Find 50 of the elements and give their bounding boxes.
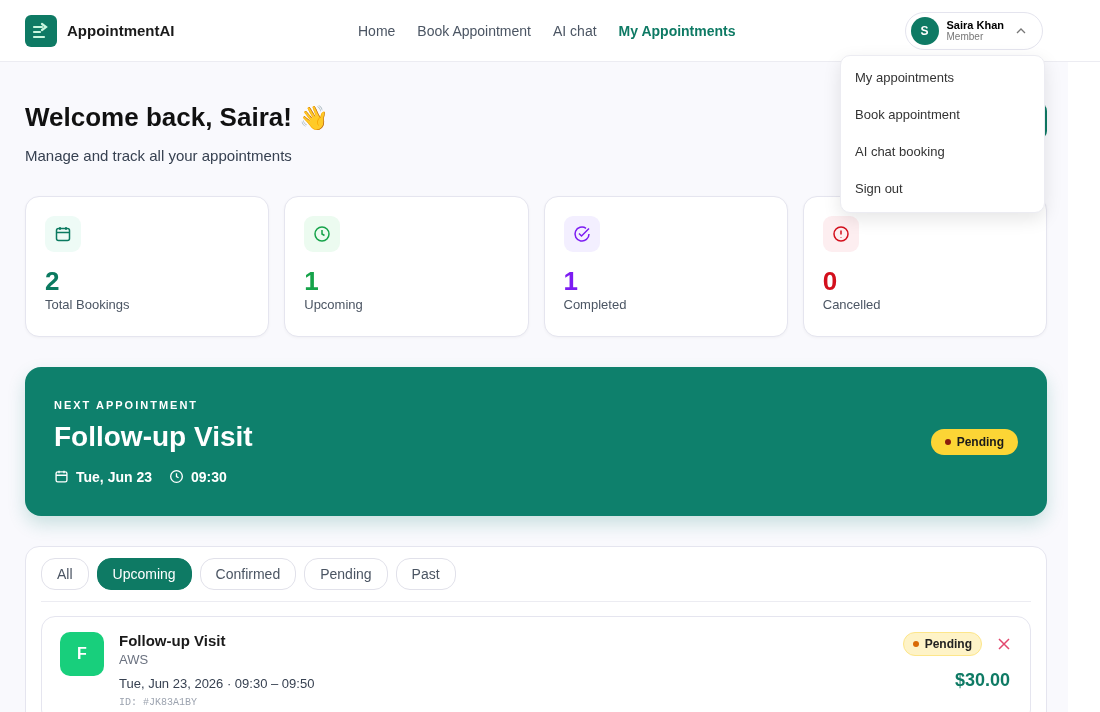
filter-tab[interactable]: Pending: [304, 558, 388, 590]
provider-name: AWS: [119, 652, 149, 667]
check-circle-icon: [572, 225, 591, 243]
nav-link[interactable]: AI chat: [553, 22, 597, 39]
appointment-avatar: F: [60, 632, 104, 676]
filter-tab[interactable]: Past: [395, 558, 456, 590]
stat-label: Completed: [563, 297, 627, 312]
nav-link[interactable]: Home: [358, 22, 396, 39]
price: $30.00: [954, 670, 1010, 691]
clock-icon: [313, 225, 332, 243]
menu-item[interactable]: Sign out: [841, 171, 1044, 208]
logo-icon: [25, 14, 57, 47]
user-role: Member: [946, 31, 985, 42]
calendar-icon: [54, 469, 69, 484]
brand-name: AppointmentAI: [67, 22, 175, 39]
stat-value: 2: [45, 266, 60, 296]
status-badge: Pending: [930, 428, 1018, 455]
stat-label: Cancelled: [822, 297, 881, 312]
menu-item[interactable]: My appointments: [841, 60, 1044, 97]
section-eyebrow: NEXT APPOINTMENT: [54, 398, 200, 411]
filter-tab[interactable]: Confirmed: [199, 558, 297, 590]
calendar-icon: [54, 225, 72, 243]
user-name: Saira Khan: [946, 19, 1004, 31]
close-icon[interactable]: [996, 636, 1012, 652]
appointment-datetime: Tue, Jun 23, 2026 · 09:30 – 09:50: [119, 676, 315, 691]
status-badge: Pending: [902, 632, 982, 656]
alert-icon: [831, 225, 850, 243]
nav-link[interactable]: My Appointments: [618, 22, 736, 39]
clock-icon: [169, 469, 184, 484]
appointment-title: Follow-up Visit: [119, 632, 226, 649]
chevron-icon: [1016, 27, 1026, 34]
appointment-title: Follow-up Visit: [54, 420, 253, 453]
stat-value: 1: [563, 266, 578, 296]
appointment-time: 09:30: [191, 468, 227, 485]
filter-tab[interactable]: Upcoming: [96, 558, 192, 590]
nav-link[interactable]: Book Appointment: [417, 22, 531, 39]
filter-tab[interactable]: All: [41, 558, 89, 590]
wave-emoji: 👋: [299, 104, 330, 131]
booking-id: ID: #JK83A1BY: [119, 697, 197, 708]
welcome-title: Welcome back, Saira!: [25, 102, 292, 132]
avatar: S: [910, 16, 939, 45]
menu-item[interactable]: AI chat booking: [841, 134, 1044, 171]
stat-label: Total Bookings: [45, 297, 130, 312]
appointment-date: Tue, Jun 23: [76, 468, 152, 485]
welcome-subtitle: Manage and track all your appointments: [25, 147, 293, 164]
stat-value: 1: [304, 266, 319, 296]
stat-label: Upcoming: [304, 297, 363, 312]
menu-item[interactable]: Book appointment: [841, 97, 1044, 134]
stat-value: 0: [822, 266, 838, 296]
user-menu-button[interactable]: S Saira Khan Member: [904, 11, 1043, 50]
